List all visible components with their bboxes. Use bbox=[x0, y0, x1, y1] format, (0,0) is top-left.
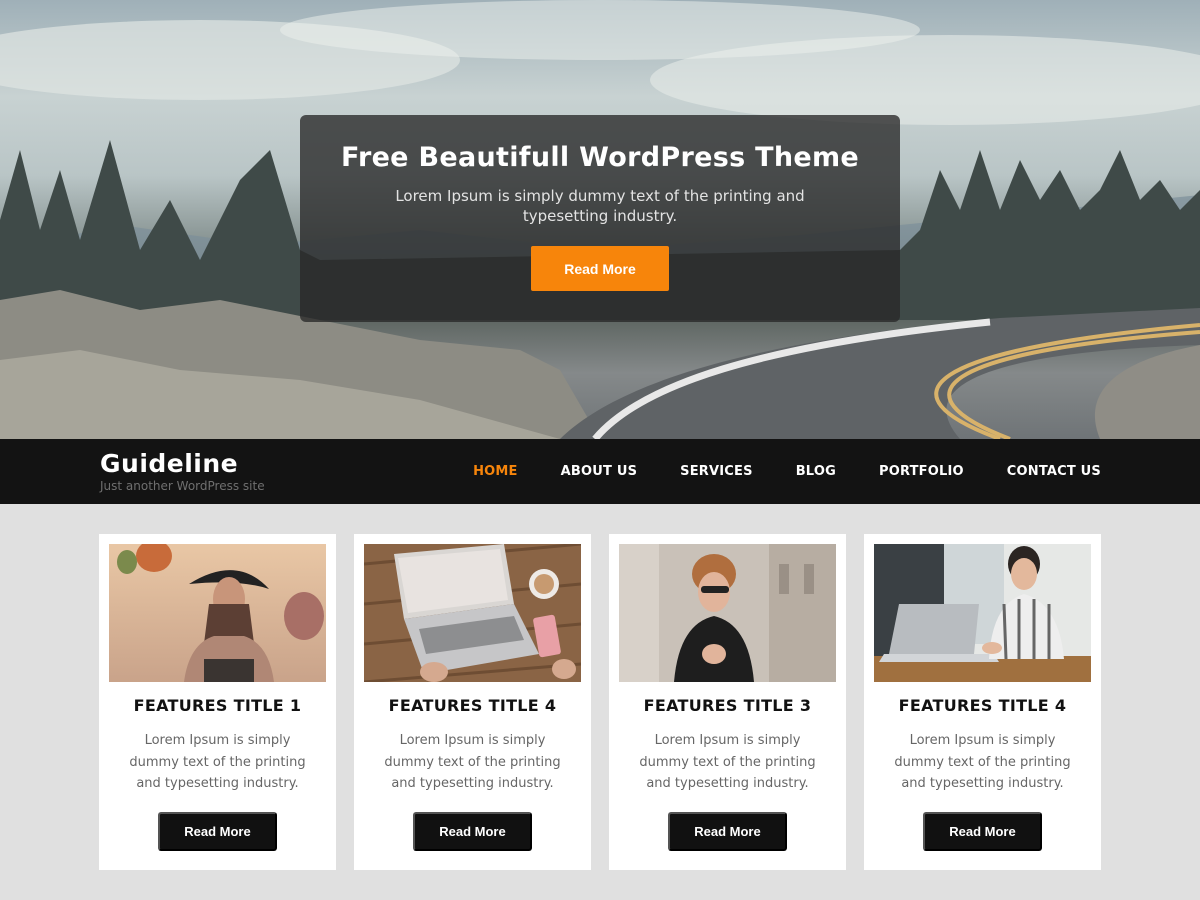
feature-card-4: FEATURES TITLE 4 Lorem Ipsum is simply d… bbox=[864, 534, 1101, 870]
hero-read-more-button[interactable]: Read More bbox=[531, 246, 669, 291]
hero-title: Free Beautifull WordPress Theme bbox=[340, 142, 860, 173]
feature-card-1: FEATURES TITLE 1 Lorem Ipsum is simply d… bbox=[99, 534, 336, 870]
nav-item-services[interactable]: SERVICES bbox=[680, 464, 753, 479]
feature-image-laptop-coffee-desk bbox=[364, 544, 581, 682]
site-tagline: Just another WordPress site bbox=[100, 479, 265, 493]
main-navigation: HOME ABOUT US SERVICES BLOG PORTFOLIO CO… bbox=[430, 439, 1101, 504]
nav-item-blog[interactable]: BLOG bbox=[796, 464, 836, 479]
feature-image-woman-sunglasses-city bbox=[619, 544, 836, 682]
nav-item-home[interactable]: HOME bbox=[473, 464, 518, 479]
feature-text: Lorem Ipsum is simply dummy text of the … bbox=[384, 733, 561, 791]
feature-title: FEATURES TITLE 4 bbox=[898, 696, 1067, 715]
feature-card-3: FEATURES TITLE 3 Lorem Ipsum is simply d… bbox=[609, 534, 846, 870]
feature-title: FEATURES TITLE 3 bbox=[643, 696, 812, 715]
feature-text: Lorem Ipsum is simply dummy text of the … bbox=[894, 733, 1071, 791]
nav-item-about-us[interactable]: ABOUT US bbox=[561, 464, 638, 479]
feature-image-woman-hat-balloons bbox=[109, 544, 326, 682]
feature-read-more-button[interactable]: Read More bbox=[413, 812, 532, 851]
feature-title: FEATURES TITLE 4 bbox=[388, 696, 557, 715]
nav-item-portfolio[interactable]: PORTFOLIO bbox=[879, 464, 964, 479]
feature-text: Lorem Ipsum is simply dummy text of the … bbox=[129, 733, 306, 791]
feature-read-more-button[interactable]: Read More bbox=[923, 812, 1042, 851]
site-branding: Guideline Just another WordPress site bbox=[100, 449, 265, 493]
feature-title: FEATURES TITLE 1 bbox=[133, 696, 302, 715]
hero-subtitle: Lorem Ipsum is simply dummy text of the … bbox=[395, 187, 805, 225]
nav-item-contact-us[interactable]: CONTACT US bbox=[1007, 464, 1101, 479]
site-header: Guideline Just another WordPress site HO… bbox=[0, 439, 1200, 504]
features-section: FEATURES TITLE 1 Lorem Ipsum is simply d… bbox=[99, 534, 1101, 870]
feature-text: Lorem Ipsum is simply dummy text of the … bbox=[639, 733, 816, 791]
feature-read-more-button[interactable]: Read More bbox=[668, 812, 787, 851]
feature-image-woman-laptop-cafe bbox=[874, 544, 1091, 682]
feature-read-more-button[interactable]: Read More bbox=[158, 812, 277, 851]
site-title[interactable]: Guideline bbox=[100, 449, 265, 478]
hero-overlay-box: Free Beautifull WordPress Theme Lorem Ip… bbox=[300, 115, 900, 322]
feature-card-2: FEATURES TITLE 4 Lorem Ipsum is simply d… bbox=[354, 534, 591, 870]
hero-section: Free Beautifull WordPress Theme Lorem Ip… bbox=[0, 0, 1200, 439]
